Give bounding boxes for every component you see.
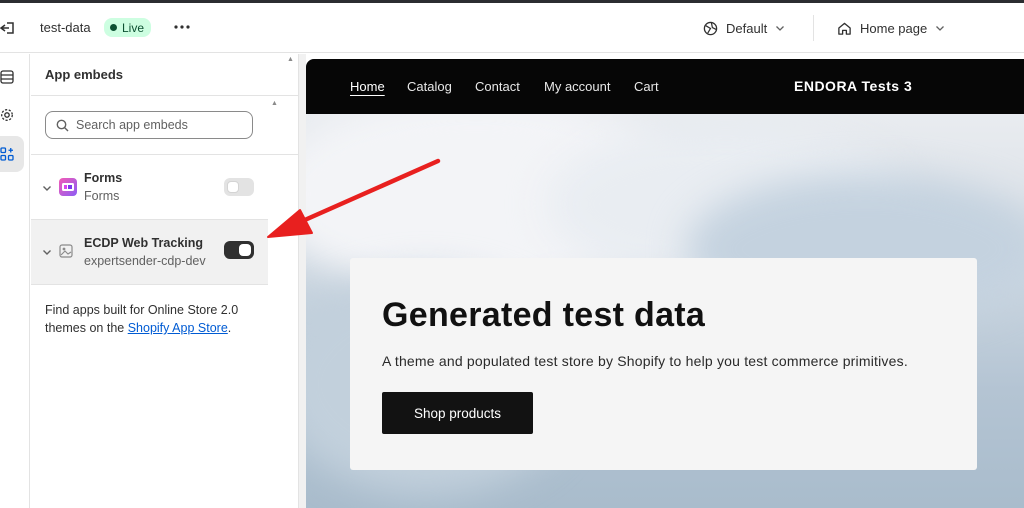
sections-icon xyxy=(0,70,14,84)
embed-toggle-ecdp[interactable] xyxy=(224,241,254,259)
embed-title: Forms xyxy=(84,171,123,185)
toggle-knob xyxy=(227,181,239,193)
shop-products-button[interactable]: Shop products xyxy=(382,392,533,434)
embed-subtitle: Forms xyxy=(84,189,120,203)
find-apps-end: . xyxy=(227,321,232,335)
editor-side-rail xyxy=(0,54,30,508)
editor-topbar: test-data Live Default Home page xyxy=(0,3,1024,53)
store-name[interactable]: test-data xyxy=(40,20,91,35)
status-badge-label: Live xyxy=(122,20,145,35)
page-select-label: Home page xyxy=(860,20,928,36)
toggle-knob xyxy=(239,244,251,256)
nav-my-account[interactable]: My account xyxy=(544,79,610,94)
chevron-down-icon[interactable] xyxy=(41,182,53,194)
status-badge: Live xyxy=(104,18,152,37)
chevron-down-icon xyxy=(936,26,945,31)
globe-icon xyxy=(703,21,718,35)
hero-card: Generated test data A theme and populate… xyxy=(350,258,977,470)
page-select[interactable]: Home page xyxy=(837,18,945,38)
apps-icon xyxy=(0,147,14,161)
rail-sections-button[interactable] xyxy=(0,62,24,92)
gear-icon xyxy=(1,109,13,121)
exit-icon[interactable] xyxy=(0,18,18,38)
more-actions-icon[interactable] xyxy=(174,17,190,37)
theme-select[interactable]: Default xyxy=(703,18,785,38)
find-apps-text: Find apps built for Online Store 2.0 the… xyxy=(45,301,265,337)
search-input[interactable] xyxy=(76,118,246,132)
embed-title: ECDP Web Tracking xyxy=(84,236,204,250)
embed-row-ecdp[interactable]: ECDP Web Tracking expertsender-cdp-dev xyxy=(31,220,268,285)
embed-subtitle: expertsender-cdp-dev xyxy=(84,254,206,268)
theme-select-label: Default xyxy=(726,20,768,36)
nav-catalog[interactable]: Catalog xyxy=(407,79,452,94)
forms-app-icon xyxy=(59,178,77,196)
storefront-preview: Home Catalog Contact My account Cart END… xyxy=(306,59,1024,508)
store-brand[interactable]: ENDORA Tests 3 xyxy=(794,78,912,94)
embed-row-forms[interactable]: Forms Forms xyxy=(31,156,268,220)
scroll-up-arrow-icon[interactable]: ▲ xyxy=(287,56,294,63)
chevron-down-icon xyxy=(776,26,785,31)
search-box[interactable] xyxy=(45,111,253,139)
nav-home[interactable]: Home xyxy=(350,79,385,94)
chevron-down-icon[interactable] xyxy=(41,246,53,258)
panel-preview-divider xyxy=(299,54,306,508)
nav-contact[interactable]: Contact xyxy=(475,79,520,94)
app-store-link[interactable]: Shopify App Store xyxy=(128,321,228,335)
topbar-divider xyxy=(813,15,814,41)
app-embeds-panel: App embeds ▲ ▲ Forms Forms ECDP Web Trac… xyxy=(31,54,299,508)
rail-app-embeds-button[interactable] xyxy=(0,136,24,172)
nav-cart[interactable]: Cart xyxy=(634,79,659,94)
search-section xyxy=(31,97,299,155)
home-icon xyxy=(838,22,851,35)
embed-toggle-forms[interactable] xyxy=(224,178,254,196)
panel-header: App embeds ▲ ▲ xyxy=(31,54,299,107)
hero-text: A theme and populated test store by Shop… xyxy=(382,353,908,369)
search-icon xyxy=(56,119,69,131)
app-placeholder-icon xyxy=(59,244,73,258)
live-dot-icon xyxy=(110,24,117,31)
store-header: Home Catalog Contact My account Cart END… xyxy=(306,59,1024,114)
hero-title: Generated test data xyxy=(382,296,706,334)
panel-title: App embeds xyxy=(45,67,124,82)
rail-theme-settings-button[interactable] xyxy=(0,100,24,130)
